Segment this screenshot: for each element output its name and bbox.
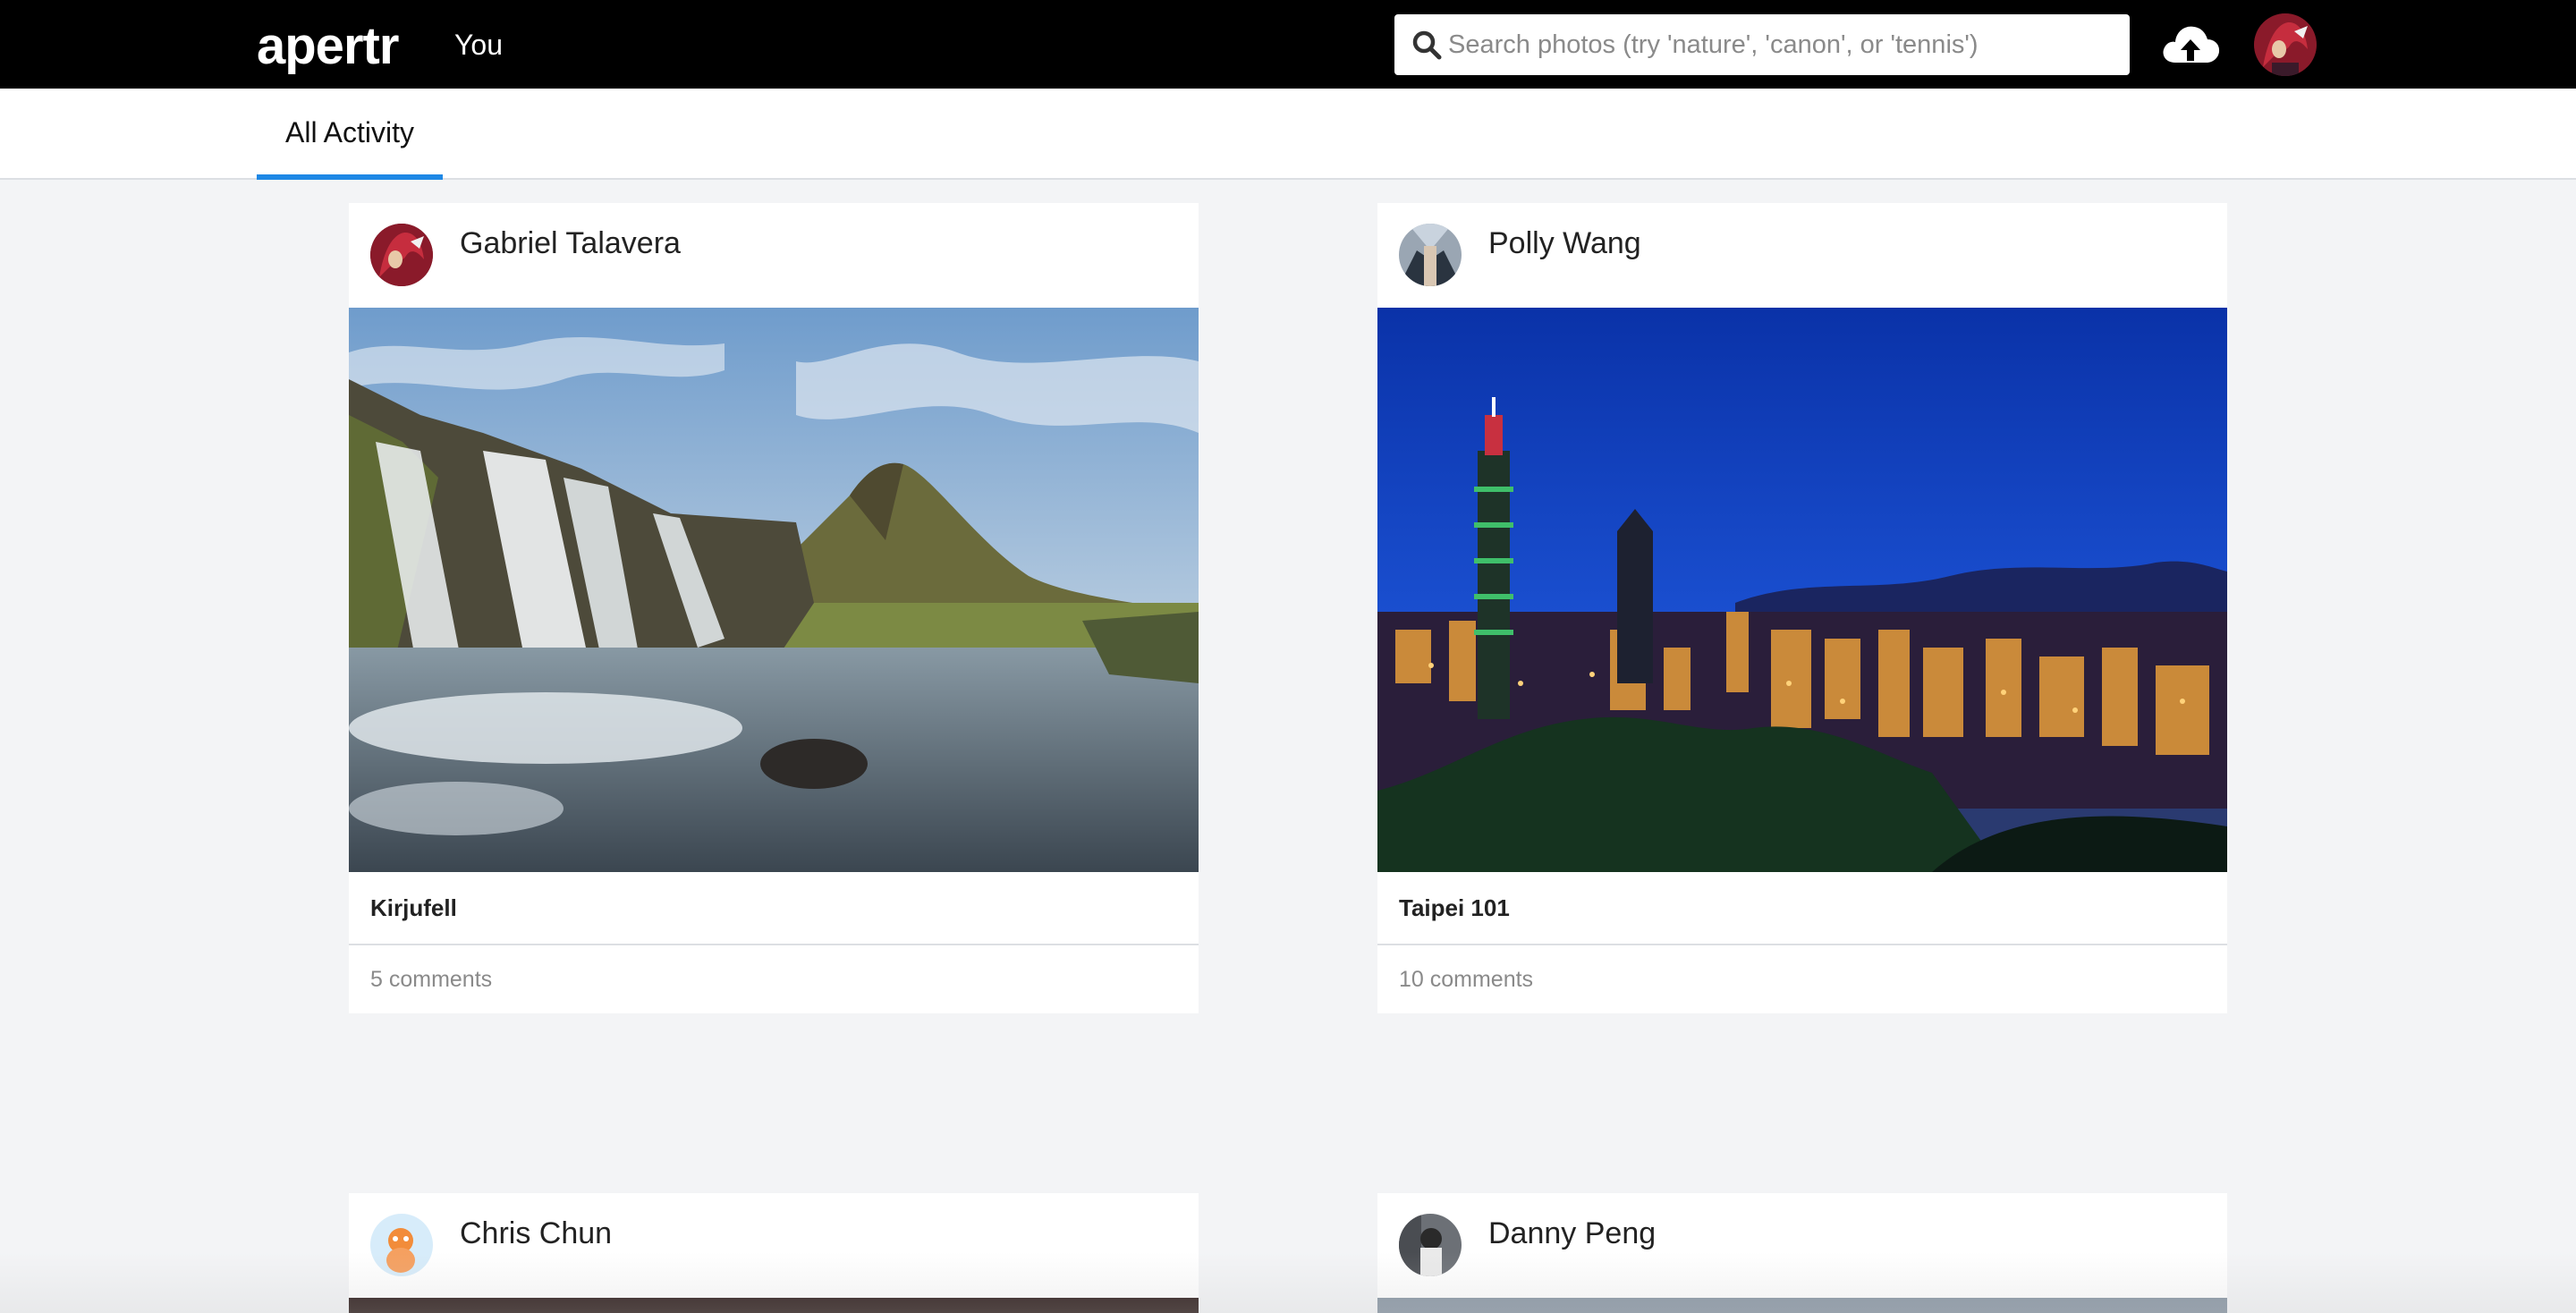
feed-card: Danny Peng — [1377, 1193, 2227, 1313]
avatar[interactable] — [1399, 1214, 1462, 1276]
search-icon — [1394, 14, 1448, 75]
photo-partial[interactable] — [349, 1298, 1199, 1313]
photo-title[interactable]: Kirjufell — [349, 872, 1199, 945]
comments-link[interactable]: 5 comments — [349, 945, 1199, 1013]
top-bar: apertr You — [0, 0, 2576, 89]
search-box[interactable] — [1394, 14, 2130, 75]
avatar[interactable] — [370, 224, 433, 286]
tab-all-activity[interactable]: All Activity — [257, 89, 443, 180]
feed-card: Polly Wang Taipei 101 10 comments — [1377, 203, 2227, 1013]
photo-city-night[interactable] — [1377, 308, 2227, 872]
avatar[interactable] — [1399, 224, 1462, 286]
comments-link[interactable]: 10 comments — [1377, 945, 2227, 1013]
card-header: Gabriel Talavera — [349, 203, 1199, 308]
card-header: Danny Peng — [1377, 1193, 2227, 1298]
avatar[interactable] — [370, 1214, 433, 1276]
card-author-name[interactable]: Gabriel Talavera — [460, 226, 681, 261]
card-author-name[interactable]: Polly Wang — [1488, 226, 1641, 261]
card-author-name[interactable]: Danny Peng — [1488, 1216, 1656, 1251]
card-header: Chris Chun — [349, 1193, 1199, 1298]
card-author-name[interactable]: Chris Chun — [460, 1216, 612, 1251]
search-input[interactable] — [1448, 18, 2110, 72]
photo-title[interactable]: Taipei 101 — [1377, 872, 2227, 945]
feed-card: Gabriel Talavera Kirjufell 5 comments — [349, 203, 1199, 1013]
user-avatar[interactable] — [2254, 13, 2317, 76]
photo-partial[interactable] — [1377, 1298, 2227, 1313]
photo-waterfall[interactable] — [349, 308, 1199, 872]
cloud-upload-icon[interactable] — [2159, 18, 2222, 72]
app-logo[interactable]: apertr — [257, 16, 399, 76]
card-header: Polly Wang — [1377, 203, 2227, 308]
nav-you-link[interactable]: You — [454, 29, 503, 62]
feed-card: Chris Chun — [349, 1193, 1199, 1313]
tab-bar: All Activity — [0, 89, 2576, 180]
